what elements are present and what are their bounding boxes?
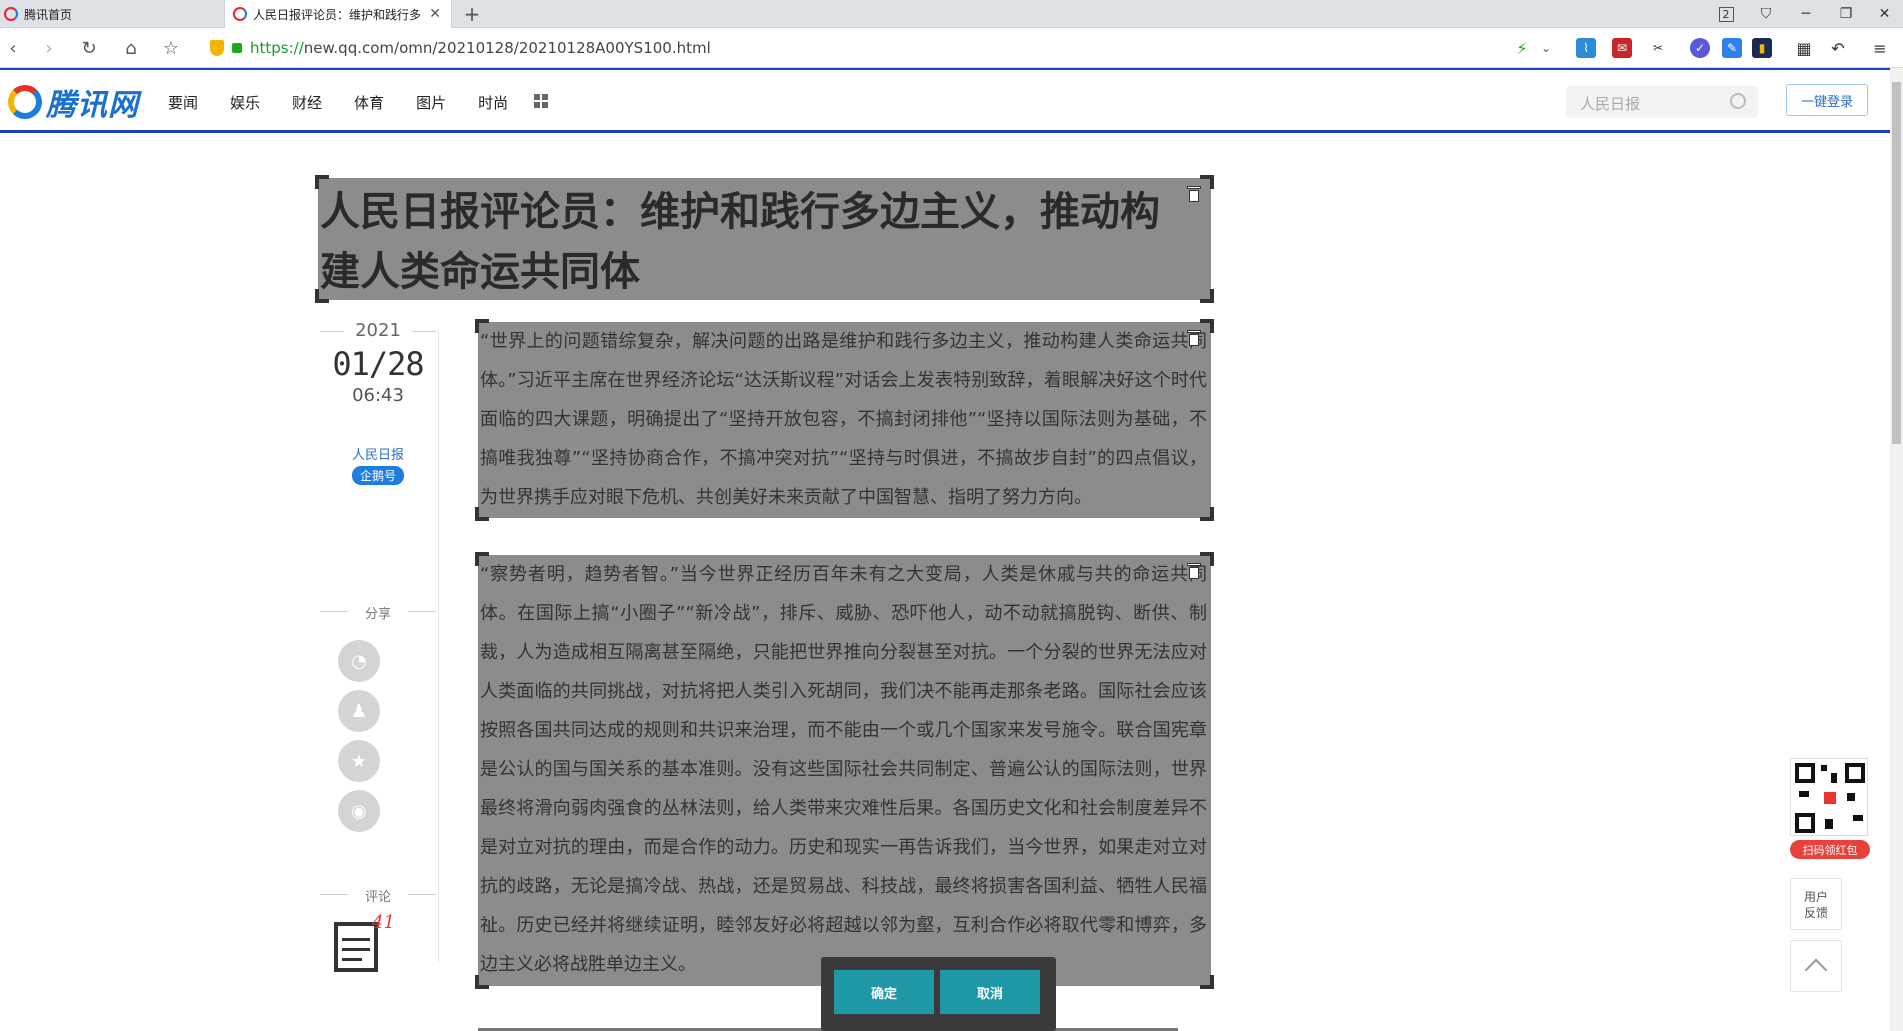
- corner-handle: [475, 975, 489, 989]
- search-placeholder: 人民日报: [1580, 95, 1641, 113]
- restore-button[interactable]: ❐: [1826, 0, 1866, 28]
- comment-count[interactable]: 41: [372, 912, 395, 933]
- apps-grid-icon[interactable]: ▦: [1794, 38, 1814, 58]
- close-tab-icon[interactable]: ✕: [429, 6, 441, 22]
- weibo-share-icon[interactable]: ◉: [338, 790, 380, 832]
- browser-tab-article[interactable]: 人民日报评论员：维护和践行多 ✕: [224, 0, 452, 28]
- page-scrollbar[interactable]: [1890, 68, 1903, 1031]
- corner-handle: [1200, 319, 1214, 333]
- article-paragraph: “察势者明，趋势者智。”当今世界正经历百年未有之大变局，人类是休戚与共的命运共同…: [480, 564, 1207, 975]
- logo-text: 腾讯网: [46, 88, 139, 123]
- back-button[interactable]: ‹: [0, 36, 26, 60]
- tab-title: 人民日报评论员：维护和践行多: [253, 7, 422, 22]
- minimize-button[interactable]: ─: [1786, 0, 1826, 28]
- confirm-button[interactable]: 确定: [834, 970, 934, 1014]
- corner-handle: [1200, 175, 1214, 189]
- publish-time: 06:43: [352, 385, 404, 406]
- feedback-button[interactable]: 用户 反馈: [1790, 878, 1842, 930]
- corner-handle: [475, 552, 489, 566]
- red-packet-badge[interactable]: 扫码领红包: [1790, 840, 1870, 859]
- search-input[interactable]: 人民日报: [1566, 86, 1758, 118]
- trash-icon[interactable]: [1187, 563, 1201, 579]
- more-channels-icon[interactable]: [534, 94, 548, 108]
- close-window-button[interactable]: ✕: [1866, 0, 1903, 28]
- publish-year: 2021: [318, 320, 438, 341]
- corner-handle: [1200, 289, 1214, 303]
- main-nav: 要闻 娱乐 财经 体育 图片 时尚: [168, 92, 540, 113]
- corner-handle: [1200, 975, 1214, 989]
- qq-share-icon[interactable]: ♟: [338, 690, 380, 732]
- extension-mail-icon[interactable]: ✉: [1612, 38, 1632, 58]
- tab-count: 2: [1718, 6, 1734, 22]
- tencent-favicon-icon: [233, 7, 247, 21]
- url-scheme: https://: [250, 39, 304, 57]
- skin-icon[interactable]: ⛉: [1746, 0, 1786, 28]
- corner-handle: [475, 319, 489, 333]
- comment-label: 评论: [318, 886, 438, 905]
- corner-handle: [1200, 552, 1214, 566]
- trash-icon[interactable]: [1187, 330, 1201, 346]
- search-icon[interactable]: [1730, 93, 1746, 109]
- favorite-star-icon[interactable]: ★: [338, 740, 380, 782]
- login-button[interactable]: 一键登录: [1786, 84, 1868, 116]
- browser-tab-strip: 腾讯首页 人民日报评论员：维护和践行多 ✕ + 2 ⛉ ─ ❐ ✕: [0, 0, 1903, 28]
- corner-handle: [475, 507, 489, 521]
- url-dropdown-chevron-icon[interactable]: ⌄: [1536, 38, 1556, 58]
- tab-count-button[interactable]: 2: [1706, 0, 1746, 28]
- share-label: 分享: [318, 603, 438, 622]
- feedback-line2: 反馈: [1803, 906, 1828, 920]
- tab-title: 腾讯首页: [24, 7, 73, 22]
- screenshot-scissors-icon[interactable]: ✂: [1648, 38, 1668, 58]
- security-shield-icon: [210, 40, 224, 56]
- nav-item-fashion[interactable]: 时尚: [478, 92, 508, 113]
- new-tab-button[interactable]: +: [460, 2, 484, 26]
- nav-item-photos[interactable]: 图片: [416, 92, 446, 113]
- lock-icon: [232, 43, 242, 53]
- speed-mode-icon[interactable]: ⚡: [1512, 38, 1532, 58]
- back-to-top-button[interactable]: [1790, 940, 1842, 992]
- title-edit-block[interactable]: 人民日报评论员：维护和践行多边主义，推动构建人类命运共同体: [315, 175, 1214, 303]
- site-header: 腾讯网 要闻 娱乐 财经 体育 图片 时尚 人民日报 一键登录: [0, 70, 1890, 132]
- url-field[interactable]: https://new.qq.com/omn/20210128/20210128…: [210, 36, 1550, 60]
- article-meta: 2021 01/28 06:43 人民日报 企鹅号: [318, 320, 438, 485]
- home-icon[interactable]: ⌂: [118, 36, 144, 60]
- bookmark-star-icon[interactable]: ☆: [158, 36, 184, 60]
- article-title: 人民日报评论员：维护和践行多边主义，推动构建人类命运共同体: [320, 189, 1160, 295]
- menu-icon[interactable]: ≡: [1870, 38, 1890, 58]
- tencent-logo[interactable]: 腾讯网: [8, 80, 139, 124]
- red-packet-icon: [1822, 790, 1838, 806]
- cancel-button[interactable]: 取消: [940, 970, 1040, 1014]
- extension-bars-icon[interactable]: ▮: [1752, 38, 1772, 58]
- paragraph-edit-block[interactable]: “察势者明，趋势者智。”当今世界正经历百年未有之大变局，人类是休戚与共的命运共同…: [475, 552, 1214, 989]
- nav-item-news[interactable]: 要闻: [168, 92, 198, 113]
- scrollbar-thumb[interactable]: [1892, 82, 1901, 444]
- forward-button[interactable]: ›: [36, 36, 62, 60]
- paragraph-edit-block[interactable]: “世界上的问题错综复杂，解决问题的出路是维护和践行多边主义，推动构建人类命运共同…: [475, 319, 1214, 521]
- trash-icon[interactable]: [1187, 186, 1201, 202]
- tencent-logo-icon: [8, 85, 42, 119]
- url-path: new.qq.com/omn/20210128/20210128A00YS100…: [303, 39, 711, 57]
- extension-check-icon[interactable]: ✓: [1690, 38, 1710, 58]
- undo-icon[interactable]: ↶: [1828, 38, 1848, 58]
- tencent-favicon-icon: [4, 7, 18, 21]
- nav-item-sports[interactable]: 体育: [354, 92, 384, 113]
- article-paragraph: “世界上的问题错综复杂，解决问题的出路是维护和践行多边主义，推动构建人类命运共同…: [480, 331, 1207, 508]
- address-toolbar: ‹ › ↻ ⌂ ☆ https://new.qq.com/omn/2021012…: [0, 28, 1903, 68]
- penguin-account-badge: 企鹅号: [351, 466, 404, 485]
- corner-handle: [1200, 507, 1214, 521]
- reload-icon[interactable]: ↻: [76, 36, 102, 60]
- extension-pen-icon[interactable]: ✎: [1722, 38, 1742, 58]
- feedback-line1: 用户: [1803, 890, 1828, 904]
- extension-chart-icon[interactable]: ⌇: [1576, 38, 1596, 58]
- meta-divider: [438, 330, 439, 962]
- nav-item-entertainment[interactable]: 娱乐: [230, 92, 260, 113]
- header-divider: [0, 130, 1890, 133]
- nav-item-finance[interactable]: 财经: [292, 92, 322, 113]
- browser-tab-qq-home[interactable]: 腾讯首页: [0, 0, 222, 28]
- publish-date: 01/28: [332, 345, 424, 383]
- source-link[interactable]: 人民日报: [318, 444, 438, 463]
- qr-code-image: [1790, 758, 1868, 836]
- wechat-share-icon[interactable]: ◔: [338, 640, 380, 682]
- edit-confirm-toolbar: 确定 取消: [821, 957, 1056, 1031]
